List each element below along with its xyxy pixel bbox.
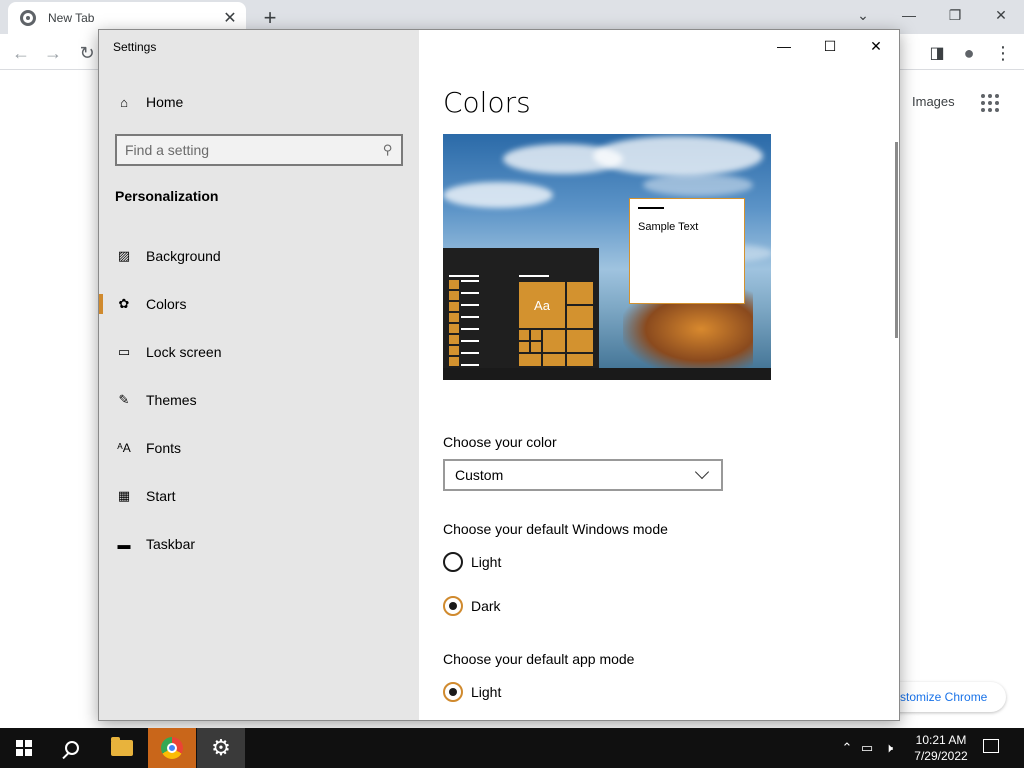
- nav-item-start[interactable]: ▦ Start: [99, 472, 419, 520]
- taskbar-search-button[interactable]: [48, 728, 96, 768]
- chrome-menu-icon[interactable]: ⋮: [990, 40, 1016, 66]
- radio-label: Light: [471, 554, 502, 570]
- font-icon: ᴬA: [117, 441, 131, 455]
- nav-section-title: Personalization: [115, 188, 219, 204]
- sample-text: Sample Text: [638, 221, 699, 233]
- radio-circle[interactable]: [443, 682, 463, 702]
- nav-item-label: Fonts: [146, 440, 182, 456]
- search-icon: [65, 741, 79, 755]
- radio-circle[interactable]: [443, 596, 463, 616]
- chrome-icon: [161, 737, 183, 759]
- search-icon: ⚲: [383, 142, 393, 157]
- taskbar-clock[interactable]: 10:21 AM 7/29/2022: [906, 732, 976, 764]
- tab-search-chevron-icon[interactable]: ⌄: [840, 0, 886, 30]
- home-icon: ⌂: [120, 94, 128, 110]
- images-link[interactable]: Images: [912, 94, 955, 109]
- brush-icon: ✎: [118, 392, 130, 407]
- profile-avatar-icon[interactable]: ●: [956, 40, 982, 66]
- side-panel-icon[interactable]: ◨: [924, 40, 950, 66]
- tab-title: New Tab: [48, 11, 95, 25]
- back-arrow-icon[interactable]: ←: [8, 40, 34, 66]
- nav-item-label: Themes: [146, 392, 197, 408]
- volume-icon[interactable]: 🕨: [878, 740, 900, 756]
- search-input[interactable]: [125, 142, 384, 158]
- google-apps-icon[interactable]: [981, 94, 999, 112]
- windows-mode-label: Choose your default Windows mode: [443, 521, 668, 537]
- network-icon[interactable]: ▭: [856, 740, 878, 756]
- chrome-taskbar-button[interactable]: [148, 728, 196, 768]
- windows-mode-light-radio[interactable]: Light: [443, 552, 501, 572]
- scrollbar-thumb[interactable]: [895, 142, 898, 338]
- gear-icon: ⚙: [211, 735, 231, 760]
- nav-item-label: Colors: [146, 296, 187, 312]
- settings-nav-pane: Settings ⌂ Home ⚲ Personalization ▨ Back…: [99, 30, 419, 720]
- choose-color-label: Choose your color: [443, 434, 557, 450]
- chevron-up-icon[interactable]: ⌃: [838, 740, 856, 756]
- windows-mode-dark-radio[interactable]: Dark: [443, 596, 501, 616]
- color-preview: Aa Sample Text: [443, 134, 771, 380]
- nav-item-label: Taskbar: [146, 536, 196, 552]
- preview-start-menu: Aa: [443, 248, 599, 368]
- nav-list: ▨ Background ✿ Colors ▭ Lock screen ✎ Th…: [99, 232, 419, 568]
- new-tab-button[interactable]: +: [256, 4, 284, 32]
- close-tab-icon[interactable]: ✕: [218, 6, 242, 30]
- preview-taskbar: [443, 368, 771, 380]
- nav-item-taskbar[interactable]: ▬ Taskbar: [99, 520, 419, 568]
- windows-logo-icon: [16, 740, 32, 756]
- search-box[interactable]: ⚲: [115, 134, 403, 166]
- browser-minimize-button[interactable]: —: [886, 0, 932, 30]
- minimize-button[interactable]: —: [761, 30, 807, 62]
- nav-item-colors[interactable]: ✿ Colors: [99, 280, 419, 328]
- notification-icon[interactable]: [983, 739, 999, 753]
- settings-taskbar-button[interactable]: ⚙: [197, 728, 245, 768]
- browser-close-button[interactable]: ✕: [978, 0, 1024, 30]
- reload-icon[interactable]: ↻: [74, 40, 100, 66]
- app-mode-light-radio[interactable]: Light: [443, 682, 501, 702]
- preview-tile: Aa: [519, 282, 565, 328]
- nav-item-lock-screen[interactable]: ▭ Lock screen: [99, 328, 419, 376]
- nav-item-background[interactable]: ▨ Background: [99, 232, 419, 280]
- windows-taskbar: ⚙ ⌃ ▭ 🕨 10:21 AM 7/29/2022: [0, 728, 1024, 768]
- nav-home-label: Home: [146, 94, 184, 110]
- window-title: Settings: [113, 40, 157, 54]
- chevron-down-icon: [694, 464, 710, 480]
- nav-item-label: Background: [146, 248, 221, 264]
- chrome-favicon-icon: [20, 10, 36, 26]
- maximize-button[interactable]: ☐: [807, 30, 853, 62]
- nav-item-themes[interactable]: ✎ Themes: [99, 376, 419, 424]
- start-button[interactable]: [0, 728, 48, 768]
- nav-item-fonts[interactable]: ᴬA Fonts: [99, 424, 419, 472]
- radio-circle[interactable]: [443, 552, 463, 572]
- radio-label: Dark: [471, 598, 501, 614]
- nav-item-label: Lock screen: [146, 344, 222, 360]
- radio-label: Light: [471, 684, 502, 700]
- choose-color-value: Custom: [455, 467, 504, 483]
- preview-sample-window: Sample Text: [629, 198, 745, 304]
- nav-home[interactable]: ⌂ Home: [115, 94, 183, 110]
- start-icon: ▦: [117, 488, 131, 503]
- settings-window: Settings ⌂ Home ⚲ Personalization ▨ Back…: [98, 29, 900, 721]
- page-title: Colors: [443, 86, 531, 119]
- browser-restore-button[interactable]: ❐: [932, 0, 978, 30]
- system-tray: ⌃ ▭ 🕨: [838, 728, 900, 768]
- clock-date: 7/29/2022: [914, 749, 968, 763]
- close-button[interactable]: ✕: [853, 30, 899, 62]
- palette-icon: ✿: [118, 296, 130, 311]
- clock-time: 10:21 AM: [915, 733, 967, 747]
- picture-icon: ▨: [117, 248, 131, 263]
- taskbar-icon: ▬: [117, 536, 131, 552]
- forward-arrow-icon[interactable]: →: [40, 40, 66, 66]
- settings-content: — ☐ ✕ Colors Aa Sample Text Choose your …: [419, 30, 899, 720]
- nav-item-label: Start: [146, 488, 176, 504]
- app-mode-label: Choose your default app mode: [443, 651, 635, 667]
- file-explorer-button[interactable]: [98, 728, 146, 768]
- lock-screen-icon: ▭: [117, 344, 131, 359]
- folder-icon: [111, 737, 133, 756]
- choose-color-dropdown[interactable]: Custom: [443, 459, 723, 491]
